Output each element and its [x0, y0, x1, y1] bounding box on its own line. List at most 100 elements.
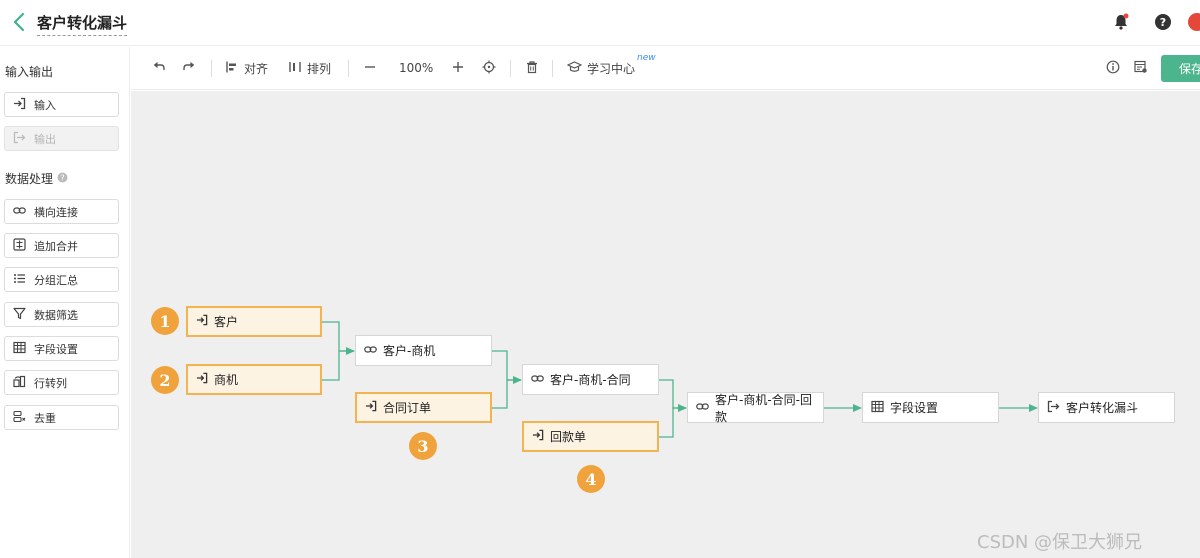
info-button[interactable] — [1106, 58, 1120, 78]
arrange-button[interactable]: 排列 — [288, 58, 331, 78]
bell-icon[interactable] — [1110, 11, 1132, 33]
flow-node-huikuan[interactable]: 回款单 — [522, 421, 659, 452]
filter-icon — [13, 307, 26, 323]
fit-view-button[interactable] — [482, 58, 496, 78]
palette-input-button[interactable]: 输入 — [4, 92, 119, 117]
redo-icon — [182, 60, 196, 77]
palette-filter-button[interactable]: 数据筛选 — [4, 302, 119, 327]
plus-icon — [451, 60, 465, 77]
palette-join-button[interactable]: 横向连接 — [4, 199, 119, 224]
zoom-level: 100% — [399, 61, 434, 75]
help-icon[interactable]: ? — [1152, 11, 1174, 33]
locate-icon — [482, 60, 496, 77]
io-section-label: 输入输出 — [5, 65, 54, 79]
link-icon — [696, 400, 709, 416]
io-section-title: 输入输出 — [5, 63, 53, 80]
flow-node-kehu[interactable]: 客户 — [186, 306, 322, 337]
login-arrow-icon — [532, 429, 544, 444]
flow-node-label: 客户-商机-合同-回款 — [715, 392, 812, 424]
palette-transpose-label: 行转列 — [34, 376, 67, 390]
dedupe-icon — [13, 410, 26, 426]
palette-fields-button[interactable]: 字段设置 — [4, 336, 119, 361]
process-section-title: 数据处理 ? — [5, 170, 68, 187]
arrange-icon — [288, 60, 302, 77]
login-arrow-icon — [13, 97, 26, 113]
link-icon — [364, 343, 377, 359]
flow-node-fields[interactable]: 字段设置 — [862, 392, 999, 423]
flow-node-label: 客户-商机 — [383, 344, 436, 358]
canvas-toolbar: 对齐 排列 100% 学习中心 new 保存 — [131, 47, 1200, 90]
preview-button[interactable] — [1134, 58, 1148, 78]
top-bar: 客户转化漏斗 ? — [0, 0, 1200, 46]
step-marker-1: 1 — [151, 307, 179, 335]
palette-append-label: 追加合并 — [34, 239, 78, 253]
info-icon — [1106, 60, 1120, 77]
avatar[interactable] — [1186, 11, 1200, 33]
toolbar-divider — [211, 60, 212, 77]
flow-node-label: 商机 — [214, 373, 239, 387]
logout-arrow-icon — [1047, 400, 1060, 416]
back-icon[interactable] — [6, 9, 32, 35]
toolbar-divider — [552, 60, 553, 77]
arrange-label: 排列 — [307, 61, 332, 76]
delete-button[interactable] — [525, 58, 539, 78]
node-palette-sidebar: 输入输出 输入 输出 数据处理 ? 横向连接 追加合并 分组汇总 数据筛选 字段… — [0, 47, 130, 558]
merge-icon — [13, 237, 26, 254]
new-badge: new — [637, 53, 656, 63]
step-marker-2: 2 — [151, 366, 179, 394]
palette-fields-label: 字段设置 — [34, 342, 78, 356]
zoom-out-button[interactable] — [363, 58, 377, 78]
toolbar-divider — [510, 60, 511, 77]
learning-center-button[interactable]: 学习中心 — [567, 58, 635, 78]
flow-node-shangji[interactable]: 商机 — [186, 364, 322, 395]
flow-node-join3[interactable]: 客户-商机-合同-回款 — [687, 392, 824, 424]
undo-button[interactable] — [152, 58, 166, 78]
palette-group-button[interactable]: 分组汇总 — [4, 267, 119, 292]
palette-dedupe-label: 去重 — [34, 411, 56, 425]
link-icon — [13, 204, 26, 220]
flow-node-label: 客户-商机-合同 — [550, 373, 631, 387]
save-button[interactable]: 保存 — [1161, 55, 1200, 82]
graduation-cap-icon — [567, 60, 582, 77]
flow-node-join2[interactable]: 客户-商机-合同 — [522, 364, 659, 395]
edge-join2-join3 — [659, 379, 687, 412]
palette-group-label: 分组汇总 — [34, 273, 78, 287]
palette-dedupe-button[interactable]: 去重 — [4, 405, 119, 430]
flow-node-label: 客户 — [214, 315, 239, 329]
step-marker-4: 4 — [577, 465, 605, 493]
flow-node-output[interactable]: 客户转化漏斗 — [1038, 392, 1175, 423]
flow-node-hetong[interactable]: 合同订单 — [355, 392, 492, 423]
edge-kehu-join1 — [322, 321, 355, 355]
table-icon — [871, 400, 884, 416]
edge-join1-join2 — [492, 350, 522, 384]
palette-filter-label: 数据筛选 — [34, 308, 78, 322]
svg-text:?: ? — [1160, 16, 1166, 29]
edge-shangji-join1 — [322, 350, 354, 381]
flow-node-label: 字段设置 — [890, 401, 939, 415]
palette-append-button[interactable]: 追加合并 — [4, 233, 119, 258]
link-icon — [531, 372, 544, 388]
zoom-in-button[interactable] — [451, 58, 465, 78]
palette-output-button: 输出 — [4, 126, 119, 151]
align-button[interactable]: 对齐 — [225, 58, 268, 78]
flow-node-join1[interactable]: 客户-商机 — [355, 335, 492, 366]
login-arrow-icon — [196, 372, 208, 387]
table-icon — [13, 341, 26, 357]
trash-icon — [525, 60, 539, 77]
svg-text:?: ? — [60, 173, 64, 182]
flow-canvas[interactable]: 客户 商机 合同订单 回款单 客户-商机 客户-商机-合同 客户-商机-合同-回… — [131, 91, 1200, 558]
palette-transpose-button[interactable]: 行转列 — [4, 370, 119, 395]
help-icon[interactable]: ? — [57, 172, 68, 186]
login-arrow-icon — [365, 400, 377, 415]
minus-icon — [363, 60, 377, 77]
page-title[interactable]: 客户转化漏斗 — [37, 12, 128, 36]
palette-input-label: 输入 — [34, 98, 56, 112]
flow-node-label: 客户转化漏斗 — [1066, 401, 1139, 415]
align-label: 对齐 — [244, 61, 269, 76]
redo-button[interactable] — [182, 58, 196, 78]
toolbar-divider — [348, 60, 349, 77]
edge-hetong-join2 — [492, 379, 521, 409]
transpose-icon — [13, 375, 26, 391]
list-icon — [13, 272, 26, 288]
step-marker-3: 3 — [409, 432, 437, 460]
